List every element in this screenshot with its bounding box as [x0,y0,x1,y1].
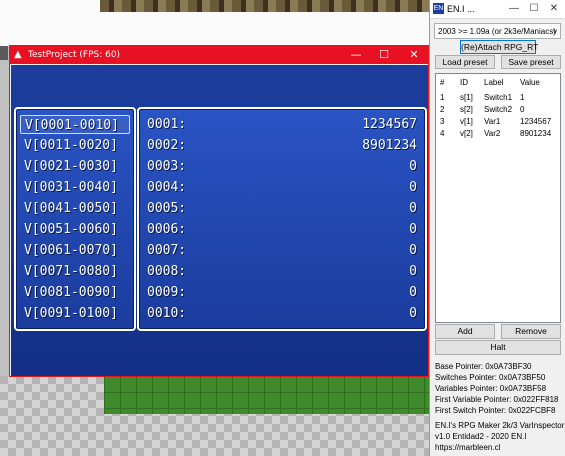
inspector-window: EN EN.I ... — ☐ ✕ 2003 >= 1.09a (or 2k3e… [429,0,565,456]
variable-value: 0 [409,264,417,279]
column-header-value[interactable]: Value [520,77,540,89]
variable-id: 0009: [147,285,187,300]
variable-values-panel: 0001: 1234567 0002: 8901234 0003: 0 0004… [137,107,427,331]
minimize-icon[interactable]: — [504,0,524,18]
variable-value: 0 [409,159,417,174]
maximize-icon[interactable]: ☐ [370,46,398,64]
load-preset-button[interactable]: Load preset [435,55,495,69]
variable-id: 0005: [147,201,187,216]
about-url[interactable]: https://marbleen.cl [435,442,500,453]
range-item[interactable]: V[0051-0060] [20,220,130,239]
remove-button[interactable]: Remove [501,324,561,339]
inspector-titlebar[interactable]: EN EN.I ... — ☐ ✕ [430,0,565,19]
variable-id: 0003: [147,159,187,174]
save-preset-button[interactable]: Save preset [501,55,561,69]
about-app-name: EN.I's RPG Maker 2k/3 VarInspector [435,421,565,430]
variable-value: 0 [409,222,417,237]
variable-id: 0006: [147,222,187,237]
map-tiles-top [100,0,430,12]
list-item[interactable]: 2 s[2] Switch2 0 [436,104,560,116]
variable-value: 0 [409,243,417,258]
switches-pointer-text: Switches Pointer: 0x0A73BF50 [435,373,546,382]
variable-id: 0010: [147,306,187,321]
first-variable-pointer-text: First Variable Pointer: 0x022FF818 [435,395,559,404]
column-header-id[interactable]: ID [460,77,468,89]
range-item[interactable]: V[0011-0020] [20,136,130,155]
row-label: Var1 [484,117,501,126]
add-button[interactable]: Add [435,324,495,339]
watch-list-header: # ID Label Value [436,77,560,89]
version-select[interactable]: 2003 >= 1.09a (or 2k3e/Maniacs) ∨ [434,23,561,39]
variable-value: 8901234 [362,138,417,153]
app-icon: EN [433,3,444,14]
row-number: 3 [440,117,445,126]
range-item[interactable]: V[0081-0090] [20,283,130,302]
watch-list[interactable]: # ID Label Value 1 s[1] Switch1 1 2 s[2]… [435,73,561,323]
halt-button[interactable]: Halt [435,340,561,355]
row-number: 2 [440,105,445,114]
range-item[interactable]: V[0031-0040] [20,178,130,197]
row-id: s[1] [460,93,473,102]
column-header-label[interactable]: Label [484,77,504,89]
variable-id: 0004: [147,180,187,195]
game-screen: V[0001-0010] V[0011-0020] V[0021-0030] V… [11,65,428,376]
base-pointer-text: Base Pointer: 0x0A73BF30 [435,362,532,371]
row-label: Switch1 [484,93,513,102]
variable-value: 0 [409,306,417,321]
row-value: 0 [520,105,525,114]
list-item[interactable]: 1 s[1] Switch1 1 [436,92,560,104]
minimize-icon[interactable]: — [342,46,370,64]
range-item[interactable]: V[0061-0070] [20,241,130,260]
row-number: 1 [440,93,445,102]
column-header-number[interactable]: # [440,77,444,89]
row-id: v[2] [460,129,473,138]
game-window-title: TestProject (FPS: 60) [28,50,121,60]
variables-pointer-text: Variables Pointer: 0x0A73BF58 [435,384,547,393]
list-item[interactable]: 3 v[1] Var1 1234567 [436,116,560,128]
range-item[interactable]: V[0041-0050] [20,199,130,218]
game-window: ▲ TestProject (FPS: 60) — ☐ ✕ V[0001-001… [9,45,429,377]
row-label: Switch2 [484,105,513,114]
chevron-down-icon: ∨ [552,27,558,36]
range-item[interactable]: V[0091-0100] [20,304,130,323]
range-list-panel: V[0001-0010] V[0011-0020] V[0021-0030] V… [14,107,136,331]
row-number: 4 [440,129,445,138]
maximize-icon[interactable]: ☐ [524,0,544,18]
variable-id: 0002: [147,138,187,153]
close-icon[interactable]: ✕ [544,0,564,18]
row-label: Var2 [484,129,501,138]
map-grass-tiles [104,376,430,414]
row-id: s[2] [460,105,473,114]
range-item[interactable]: V[0001-0010] [20,115,130,134]
row-value: 1234567 [520,117,552,126]
variable-value: 0 [409,180,417,195]
variable-id: 0001: [147,117,187,132]
first-switch-pointer-text: First Switch Pointer: 0x022FCBF8 [435,406,556,415]
variable-value: 1234567 [362,117,417,132]
close-icon[interactable]: ✕ [400,46,428,64]
row-id: v[1] [460,117,473,126]
desktop-edge-marker [0,46,8,60]
game-titlebar[interactable]: ▲ TestProject (FPS: 60) — ☐ ✕ [10,46,428,64]
variable-value: 0 [409,285,417,300]
about-version: v1.0 Entidad2 - 2020 EN.I [435,432,527,441]
version-select-value: 2003 >= 1.09a (or 2k3e/Maniacs) [438,27,556,36]
variable-id: 0007: [147,243,187,258]
attach-button[interactable]: (Re)Attach RPG_RT [460,40,538,54]
row-value: 1 [520,93,525,102]
range-item[interactable]: V[0021-0030] [20,157,130,176]
variable-id: 0008: [147,264,187,279]
range-item[interactable]: V[0071-0080] [20,262,130,281]
app-icon: ▲ [14,49,22,60]
variable-value: 0 [409,201,417,216]
row-value: 8901234 [520,129,552,138]
list-item[interactable]: 4 v[2] Var2 8901234 [436,128,560,140]
inspector-window-title: EN.I ... [447,4,475,14]
